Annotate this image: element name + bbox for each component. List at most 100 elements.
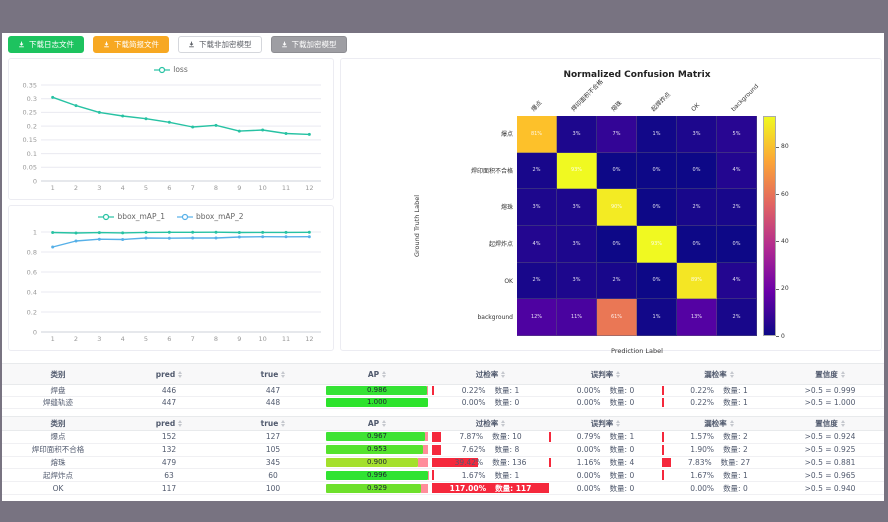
sort-asc-icon[interactable] <box>501 371 505 374</box>
colorbar <box>763 116 776 336</box>
column-header-confidence[interactable]: 置信度 <box>776 416 884 431</box>
column-header-pred[interactable]: pred <box>114 416 224 431</box>
pred-cell: 152 <box>114 431 224 444</box>
sort-desc-icon[interactable] <box>616 424 620 427</box>
rate-count: 数量: 1 <box>495 385 520 396</box>
sort-asc-icon[interactable] <box>730 371 734 374</box>
legend-item[interactable]: bbox_mAP_2 <box>177 212 244 221</box>
svg-text:6: 6 <box>167 335 171 343</box>
rate-text: 0.22%数量: 1 <box>662 385 776 396</box>
sort-caret[interactable] <box>281 420 285 427</box>
rate-count: 数量: 8 <box>495 444 520 455</box>
pred-cell: 132 <box>114 444 224 457</box>
sort-asc-icon[interactable] <box>841 420 845 423</box>
sort-desc-icon[interactable] <box>281 375 285 378</box>
sort-asc-icon[interactable] <box>178 420 182 423</box>
sort-desc-icon[interactable] <box>382 424 386 427</box>
sort-caret[interactable] <box>382 420 386 427</box>
legend-item[interactable]: bbox_mAP_1 <box>98 212 165 221</box>
over-rate-cell: 117.00%数量: 117 <box>432 482 549 495</box>
rate-count: 数量: 2 <box>723 444 748 455</box>
sort-caret[interactable] <box>730 371 734 378</box>
column-header-over-rate[interactable]: 过检率 <box>432 363 549 385</box>
column-header-ap[interactable]: AP <box>322 363 432 385</box>
sort-caret[interactable] <box>281 371 285 378</box>
sort-caret[interactable] <box>501 420 505 427</box>
column-header-misjudge-rate[interactable]: 误判率 <box>549 416 662 431</box>
sort-asc-icon[interactable] <box>281 371 285 374</box>
sort-asc-icon[interactable] <box>178 371 182 374</box>
column-header-label: AP <box>368 370 379 379</box>
rate-percent: 1.67% <box>462 471 486 480</box>
download-plain-model-label: 下载非加密模型 <box>199 39 252 50</box>
sort-caret[interactable] <box>730 420 734 427</box>
sort-asc-icon[interactable] <box>281 420 285 423</box>
sort-asc-icon[interactable] <box>382 420 386 423</box>
svg-text:10: 10 <box>259 184 267 192</box>
sort-desc-icon[interactable] <box>616 375 620 378</box>
sort-desc-icon[interactable] <box>501 375 505 378</box>
column-header-miss-rate[interactable]: 漏检率 <box>662 363 776 385</box>
sort-desc-icon[interactable] <box>730 375 734 378</box>
legend-item[interactable]: loss <box>154 65 188 74</box>
sort-caret[interactable] <box>382 371 386 378</box>
sort-desc-icon[interactable] <box>178 375 182 378</box>
ap-value: 1.000 <box>326 398 428 407</box>
matrix-cell: 11% <box>557 299 597 336</box>
table-row: 焊印面积不合格1321050.9537.62%数量: 80.00%数量: 01.… <box>2 444 884 457</box>
rate-text: 0.22%数量: 1 <box>662 397 776 408</box>
column-header-misjudge-rate[interactable]: 误判率 <box>549 363 662 385</box>
sort-caret[interactable] <box>501 371 505 378</box>
sort-desc-icon[interactable] <box>501 424 505 427</box>
sort-asc-icon[interactable] <box>616 371 620 374</box>
download-plain-model-button[interactable]: 下载非加密模型 <box>178 36 262 53</box>
sort-caret[interactable] <box>841 371 845 378</box>
rate-text: 0.00%数量: 0 <box>662 482 776 494</box>
sort-asc-icon[interactable] <box>382 371 386 374</box>
sort-asc-icon[interactable] <box>501 420 505 423</box>
download-encrypted-model-button[interactable]: 下载加密模型 <box>271 36 347 53</box>
column-header-confidence[interactable]: 置信度 <box>776 363 884 385</box>
sort-desc-icon[interactable] <box>841 375 845 378</box>
rate-count: 数量: 1 <box>723 397 748 408</box>
ap-cell: 0.953 <box>322 444 432 457</box>
svg-text:0.3: 0.3 <box>27 95 37 103</box>
legend-label: bbox_mAP_2 <box>196 212 244 221</box>
matrix-cell: 4% <box>717 153 757 190</box>
confusion-matrix-grid: 81%3%7%1%3%5%2%93%0%0%0%4%3%3%90%0%2%2%4… <box>517 116 757 336</box>
sort-caret[interactable] <box>616 420 620 427</box>
download-log-button[interactable]: 下载日志文件 <box>8 36 84 53</box>
column-header-true[interactable]: true <box>224 416 322 431</box>
rate-count: 数量: 27 <box>721 457 750 468</box>
class-name-cell: 焊缝轨迹 <box>2 397 114 409</box>
matrix-cell: 89% <box>677 263 717 300</box>
sort-caret[interactable] <box>841 420 845 427</box>
sort-caret[interactable] <box>178 420 182 427</box>
rate-percent: 7.83% <box>688 458 712 467</box>
sort-desc-icon[interactable] <box>382 375 386 378</box>
svg-text:0.25: 0.25 <box>23 109 37 117</box>
sort-desc-icon[interactable] <box>281 424 285 427</box>
pred-cell: 446 <box>114 385 224 397</box>
column-header-over-rate[interactable]: 过检率 <box>432 416 549 431</box>
sort-asc-icon[interactable] <box>616 420 620 423</box>
sort-desc-icon[interactable] <box>178 424 182 427</box>
column-header-true[interactable]: true <box>224 363 322 385</box>
miss-rate-cell: 7.83% 数量: 27 <box>662 457 776 470</box>
download-report-button[interactable]: 下载简报文件 <box>93 36 169 53</box>
sort-caret[interactable] <box>178 371 182 378</box>
colorbar-tick-label: 80 <box>781 143 789 150</box>
column-header-ap[interactable]: AP <box>322 416 432 431</box>
sort-caret[interactable] <box>616 371 620 378</box>
sort-desc-icon[interactable] <box>841 424 845 427</box>
rate-count: 数量: 2 <box>723 431 748 442</box>
misjudge-rate-cell: 1.16%数量: 4 <box>549 457 662 470</box>
column-header-miss-rate[interactable]: 漏检率 <box>662 416 776 431</box>
matrix-cell: 0% <box>717 226 757 263</box>
column-header-pred[interactable]: pred <box>114 363 224 385</box>
svg-text:9: 9 <box>237 335 241 343</box>
sort-desc-icon[interactable] <box>730 424 734 427</box>
sort-asc-icon[interactable] <box>841 371 845 374</box>
ap-value: 0.929 <box>326 484 428 493</box>
sort-asc-icon[interactable] <box>730 420 734 423</box>
